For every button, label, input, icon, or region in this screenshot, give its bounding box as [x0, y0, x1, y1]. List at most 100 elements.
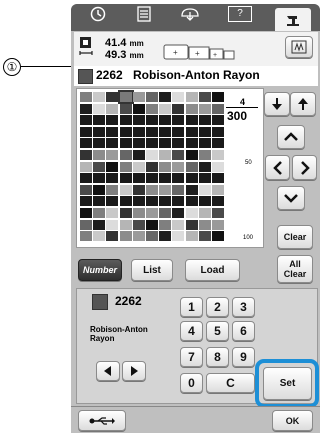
color-swatch[interactable] [132, 103, 145, 114]
color-swatch[interactable] [119, 196, 132, 207]
color-swatch[interactable] [106, 161, 119, 172]
color-swatch[interactable] [159, 150, 172, 160]
color-swatch[interactable] [119, 161, 132, 172]
scroll-right-button[interactable] [292, 155, 317, 180]
color-swatch[interactable] [93, 150, 106, 160]
help-icon[interactable]: ? [222, 4, 258, 23]
color-swatch[interactable] [93, 126, 106, 137]
color-swatch[interactable] [185, 103, 198, 114]
color-swatch[interactable] [212, 115, 224, 126]
color-swatch[interactable] [80, 173, 92, 184]
thread-view-button[interactable] [285, 36, 313, 58]
color-swatch[interactable] [146, 208, 158, 218]
color-swatch[interactable] [119, 219, 132, 230]
color-swatch[interactable] [185, 219, 198, 230]
color-swatch[interactable] [117, 90, 134, 104]
color-swatch[interactable] [106, 150, 119, 160]
key-2[interactable]: 2 [206, 297, 229, 317]
key-3[interactable]: 3 [232, 297, 255, 317]
color-swatch[interactable] [159, 184, 172, 195]
color-swatch[interactable] [185, 138, 198, 149]
color-swatch[interactable] [172, 103, 185, 114]
color-swatch[interactable] [212, 173, 224, 184]
color-swatch[interactable] [159, 92, 172, 102]
color-swatch[interactable] [119, 138, 132, 149]
color-swatch[interactable] [172, 115, 185, 126]
color-swatch[interactable] [106, 231, 119, 242]
color-swatch[interactable] [93, 208, 106, 218]
color-swatch[interactable] [146, 115, 158, 126]
color-swatch[interactable] [172, 138, 185, 149]
color-swatch[interactable] [80, 138, 92, 149]
sewing-machine-icon[interactable] [275, 8, 311, 31]
color-swatch[interactable] [159, 138, 172, 149]
page-up-button[interactable] [290, 92, 316, 116]
color-swatch[interactable] [119, 126, 132, 137]
prev-button[interactable] [96, 361, 120, 381]
key-clear[interactable]: C [206, 373, 255, 393]
color-swatch[interactable] [80, 92, 92, 102]
color-swatch[interactable] [185, 208, 198, 218]
color-swatch[interactable] [172, 208, 185, 218]
color-swatch[interactable] [106, 92, 119, 102]
document-icon[interactable] [126, 4, 162, 23]
color-swatch[interactable] [93, 173, 106, 184]
color-swatch[interactable] [106, 219, 119, 230]
color-swatch[interactable] [80, 219, 92, 230]
color-swatch[interactable] [93, 196, 106, 207]
color-swatch[interactable] [212, 103, 224, 114]
color-swatch[interactable] [212, 196, 224, 207]
key-9[interactable]: 9 [232, 347, 255, 367]
color-swatch[interactable] [106, 126, 119, 137]
set-button[interactable]: Set [263, 367, 312, 400]
color-swatch[interactable] [198, 208, 211, 218]
color-swatch[interactable] [80, 150, 92, 160]
color-swatch[interactable] [93, 115, 106, 126]
list-mode-button[interactable]: List [131, 259, 173, 281]
color-swatch[interactable] [146, 184, 158, 195]
color-swatch[interactable] [132, 150, 145, 160]
color-swatch[interactable] [132, 173, 145, 184]
color-swatch[interactable] [212, 184, 224, 195]
color-swatch[interactable] [185, 126, 198, 137]
color-swatch[interactable] [159, 196, 172, 207]
color-swatch[interactable] [93, 138, 106, 149]
color-swatch[interactable] [93, 103, 106, 114]
color-swatch[interactable] [198, 103, 211, 114]
design-icon[interactable] [172, 4, 208, 23]
color-swatch[interactable] [146, 196, 158, 207]
color-swatch[interactable] [106, 196, 119, 207]
color-swatch[interactable] [185, 231, 198, 242]
color-swatch[interactable] [198, 138, 211, 149]
color-swatch[interactable] [159, 126, 172, 137]
color-swatch[interactable] [80, 115, 92, 126]
all-clear-button[interactable]: All Clear [277, 255, 313, 283]
color-swatch[interactable] [159, 115, 172, 126]
scroll-up-button[interactable] [277, 125, 305, 149]
color-swatch[interactable] [106, 173, 119, 184]
scroll-down-button[interactable] [277, 186, 305, 210]
color-swatch[interactable] [159, 103, 172, 114]
color-swatch[interactable] [119, 103, 132, 114]
color-swatch[interactable] [132, 126, 145, 137]
color-swatch[interactable] [212, 219, 224, 230]
color-swatch[interactable] [119, 184, 132, 195]
color-swatch[interactable] [146, 161, 158, 172]
color-swatch[interactable] [159, 219, 172, 230]
key-7[interactable]: 7 [180, 347, 203, 367]
color-swatch[interactable] [212, 161, 224, 172]
color-swatch[interactable] [172, 126, 185, 137]
key-8[interactable]: 8 [206, 347, 229, 367]
color-swatch[interactable] [198, 184, 211, 195]
color-swatch[interactable] [93, 219, 106, 230]
color-swatch[interactable] [132, 196, 145, 207]
color-swatch[interactable] [119, 208, 132, 218]
ok-button[interactable]: OK [272, 410, 313, 431]
color-swatch[interactable] [185, 184, 198, 195]
color-swatch[interactable] [93, 231, 106, 242]
color-swatch[interactable] [80, 126, 92, 137]
color-swatch[interactable] [172, 173, 185, 184]
color-swatch[interactable] [80, 231, 92, 242]
color-swatch[interactable] [146, 219, 158, 230]
color-swatch[interactable] [146, 92, 158, 102]
